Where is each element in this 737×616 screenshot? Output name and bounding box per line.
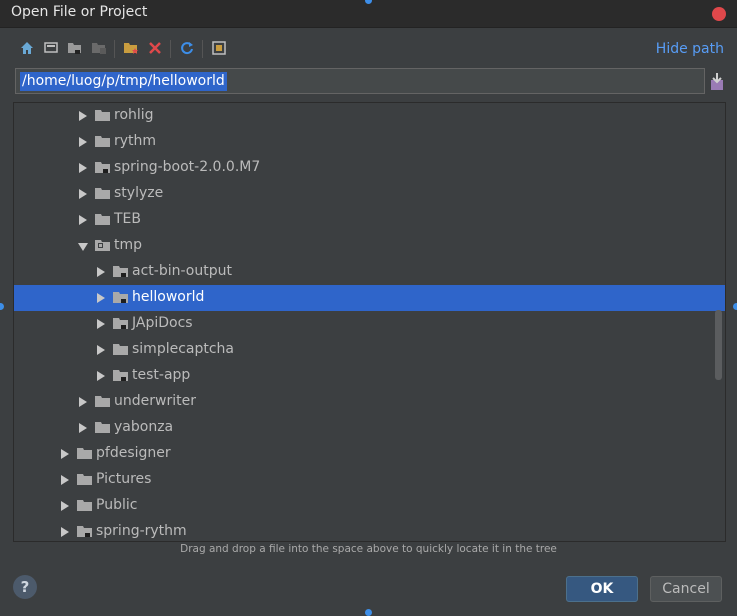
tree-row-label: stylyze bbox=[114, 185, 164, 201]
tree-row-label: test-app bbox=[132, 367, 191, 383]
folder-icon bbox=[95, 162, 110, 173]
tree-row[interactable]: pfdesigner bbox=[14, 441, 725, 467]
window-title: Open File or Project bbox=[11, 4, 148, 20]
delete-icon[interactable] bbox=[144, 36, 166, 60]
folder-icon bbox=[95, 422, 110, 433]
module-folder-icon[interactable] bbox=[88, 36, 110, 60]
tree-row-label: rohlig bbox=[114, 107, 154, 123]
cancel-button[interactable]: Cancel bbox=[650, 576, 722, 602]
refresh-icon[interactable] bbox=[176, 36, 198, 60]
tree-row[interactable]: JApiDocs bbox=[14, 311, 725, 337]
resize-handle[interactable] bbox=[733, 303, 737, 310]
folder-icon bbox=[113, 318, 128, 329]
expand-arrow-icon[interactable] bbox=[79, 215, 87, 225]
desktop-icon[interactable] bbox=[40, 36, 62, 60]
tree-row[interactable]: TEB bbox=[14, 207, 725, 233]
tree-row-label: helloworld bbox=[132, 289, 205, 305]
ok-button[interactable]: OK bbox=[566, 576, 638, 602]
file-tree[interactable]: rohlig rythm spring-boot-2.0.0.M7 stylyze TE… bbox=[13, 102, 726, 542]
toolbar-separator bbox=[170, 40, 171, 58]
folder-icon bbox=[95, 188, 110, 199]
tree-row-label: yabonza bbox=[114, 419, 174, 435]
toolbar bbox=[14, 36, 614, 62]
tree-row[interactable]: spring-boot-2.0.0.M7 bbox=[14, 155, 725, 181]
expand-arrow-icon[interactable] bbox=[79, 111, 87, 121]
tree-row-label: TEB bbox=[114, 211, 142, 227]
folder-icon bbox=[95, 214, 110, 225]
folder-icon bbox=[113, 292, 128, 303]
folder-icon bbox=[95, 136, 110, 147]
folder-icon bbox=[113, 266, 128, 277]
tree-row-label: pfdesigner bbox=[96, 445, 171, 461]
tree-row[interactable]: Pictures bbox=[14, 467, 725, 493]
tree-row[interactable]: test-app bbox=[14, 363, 725, 389]
tree-row[interactable]: act-bin-output bbox=[14, 259, 725, 285]
tree-row-label: spring-rythm bbox=[96, 523, 187, 539]
tree-row-label: JApiDocs bbox=[132, 315, 193, 331]
folder-icon bbox=[95, 110, 110, 121]
tree-row[interactable]: rohlig bbox=[14, 103, 725, 129]
folder-icon bbox=[113, 344, 128, 355]
toolbar-separator bbox=[114, 40, 115, 58]
folder-icon bbox=[95, 396, 110, 407]
tree-row-label: tmp bbox=[114, 237, 143, 253]
project-folder-icon[interactable] bbox=[64, 36, 86, 60]
tree-scrollbar[interactable] bbox=[715, 310, 722, 380]
path-input-value: /home/luog/p/tmp/helloworld bbox=[20, 72, 227, 91]
folder-icon bbox=[77, 526, 92, 537]
tree-row-label: spring-boot-2.0.0.M7 bbox=[114, 159, 261, 175]
expand-arrow-icon[interactable] bbox=[79, 397, 87, 407]
tree-row[interactable]: simplecaptcha bbox=[14, 337, 725, 363]
expand-arrow-icon[interactable] bbox=[97, 371, 105, 381]
resize-handle[interactable] bbox=[0, 303, 4, 310]
path-input[interactable]: /home/luog/p/tmp/helloworld bbox=[15, 68, 705, 94]
collapse-arrow-icon[interactable] bbox=[78, 243, 88, 251]
expand-arrow-icon[interactable] bbox=[61, 501, 69, 511]
tree-row[interactable]: stylyze bbox=[14, 181, 725, 207]
tree-row-label: Public bbox=[96, 497, 138, 513]
tree-row[interactable]: rythm bbox=[14, 129, 725, 155]
expand-arrow-icon[interactable] bbox=[97, 345, 105, 355]
tree-row-label: underwriter bbox=[114, 393, 196, 409]
expand-arrow-icon[interactable] bbox=[79, 163, 87, 173]
tree-row[interactable]: Public bbox=[14, 493, 725, 519]
tree-row-label: act-bin-output bbox=[132, 263, 232, 279]
expand-arrow-icon[interactable] bbox=[97, 293, 105, 303]
tree-row[interactable]: yabonza bbox=[14, 415, 725, 441]
folder-icon bbox=[95, 240, 110, 251]
close-window-button[interactable] bbox=[712, 7, 726, 21]
expand-arrow-icon[interactable] bbox=[79, 189, 87, 199]
tree-row[interactable]: underwriter bbox=[14, 389, 725, 415]
tree-row[interactable]: helloworld bbox=[14, 285, 725, 311]
new-folder-icon[interactable] bbox=[120, 36, 142, 60]
folder-icon bbox=[77, 448, 92, 459]
expand-arrow-icon[interactable] bbox=[97, 267, 105, 277]
show-hidden-icon[interactable] bbox=[208, 36, 230, 60]
tree-row-label: Pictures bbox=[96, 471, 152, 487]
title-bar: Open File or Project bbox=[0, 0, 737, 28]
expand-arrow-icon[interactable] bbox=[61, 475, 69, 485]
tree-row-label: simplecaptcha bbox=[132, 341, 235, 357]
expand-arrow-icon[interactable] bbox=[79, 137, 87, 147]
drag-drop-hint: Drag and drop a file into the space abov… bbox=[180, 543, 557, 555]
expand-arrow-icon[interactable] bbox=[97, 319, 105, 329]
folder-icon bbox=[113, 370, 128, 381]
folder-icon bbox=[77, 474, 92, 485]
expand-arrow-icon[interactable] bbox=[61, 527, 69, 537]
expand-arrow-icon[interactable] bbox=[61, 449, 69, 459]
folder-icon bbox=[77, 500, 92, 511]
tree-row[interactable]: tmp bbox=[14, 233, 725, 259]
home-icon[interactable] bbox=[16, 36, 38, 60]
toolbar-separator bbox=[202, 40, 203, 58]
browse-history-icon[interactable] bbox=[709, 72, 725, 92]
expand-arrow-icon[interactable] bbox=[79, 423, 87, 433]
tree-row-label: rythm bbox=[114, 133, 157, 149]
hide-path-link[interactable]: Hide path bbox=[656, 41, 724, 57]
tree-row[interactable]: spring-rythm bbox=[14, 519, 725, 541]
help-button[interactable]: ? bbox=[13, 575, 37, 599]
